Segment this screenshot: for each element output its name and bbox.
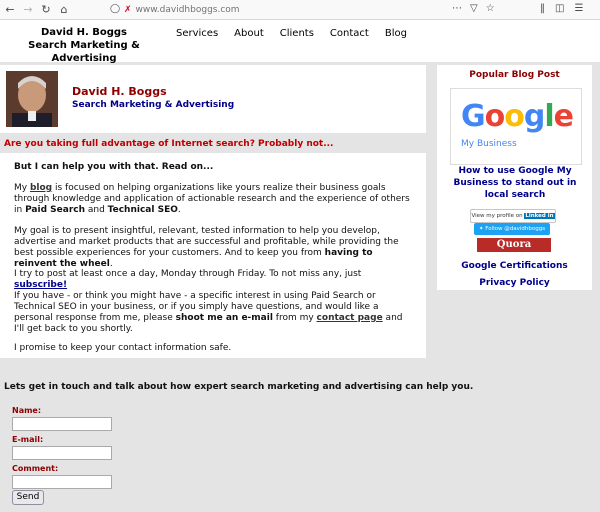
address-bar[interactable]: ◯ ✗ www.davidhboggs.com [110,1,500,18]
paragraph-goal: My goal is to present insightful, releva… [14,226,414,270]
brand-tagline[interactable]: Search Marketing & Advertising [0,39,168,65]
bold-text: Technical SEO [107,205,178,215]
comment-input[interactable] [12,475,112,489]
forward-icon[interactable]: → [20,2,36,18]
linkedin-badge[interactable]: View my profile on Linked in [470,209,556,223]
avatar [6,71,58,127]
brand-name[interactable]: David H. Boggs [0,26,168,39]
site-header: David H. Boggs Search Marketing & Advert… [0,20,600,65]
popular-post-link[interactable]: How to use Google My Business to stand o… [445,165,585,201]
name-label: Name: [12,406,42,415]
home-icon[interactable]: ⌂ [56,2,72,18]
logo-letter: g [523,99,546,134]
twitter-follow-button[interactable]: ✦ Follow @davidhboggs [474,223,550,235]
toolbar-right: ‖ ◫ ☰ [540,3,583,14]
paragraph-contact: If you have - or think you might have - … [14,291,414,335]
url-text[interactable]: www.davidhboggs.com [136,5,240,15]
paragraph-post: I try to post at least once a day, Monda… [14,269,414,291]
nav-blog[interactable]: Blog [385,28,407,39]
menu-icon[interactable]: ☰ [574,3,583,14]
logo-letter: o [484,99,506,134]
reload-icon[interactable]: ↻ [38,2,54,18]
linkedin-logo: Linked in [524,213,555,219]
twitter-icon: ✦ [478,226,484,232]
logo-letter: o [504,99,525,134]
sidebar-title: Popular Blog Post [469,70,560,80]
browser-toolbar: ← → ↻ ⌂ ◯ ✗ www.davidhboggs.com ⋯ ▽ ☆ ‖ … [0,0,600,20]
text: . [177,205,181,215]
email-input[interactable] [12,446,112,460]
google-logo: Google [461,99,574,134]
text: My [14,183,30,193]
nav-services[interactable]: Services [176,28,218,39]
twitter-follow-text: Follow @davidhboggs [485,226,546,232]
email-label: E-mail: [12,435,44,444]
page-question: Are you taking full advantage of Interne… [4,139,334,149]
nav-clients[interactable]: Clients [280,28,314,39]
name-input[interactable] [12,417,112,431]
subscribe-link[interactable]: subscribe! [14,280,67,290]
nav-contact[interactable]: Contact [330,28,369,39]
linkedin-badge-text: View my profile on [471,213,523,219]
profile-name: David H. Boggs [72,85,167,98]
shield-icon[interactable]: ◯ [110,4,120,16]
logo-letter: G [461,99,486,134]
google-my-business-image[interactable]: Google My Business [450,88,582,165]
paragraph-blog: My blog is focused on helping organizati… [14,183,414,216]
library-icon[interactable]: ‖ [540,3,545,14]
contact-heading: Lets get in touch and talk about how exp… [4,382,474,392]
text: I try to post at least once a day, Monda… [14,269,362,279]
sidebar-icon[interactable]: ◫ [555,3,564,14]
lead-text: But I can help you with that. Read on... [14,162,214,172]
google-certifications-link[interactable]: Google Certifications [437,261,592,271]
text: . [109,259,113,269]
contact-page-link[interactable]: contact page [317,313,383,323]
page-actions-icon[interactable]: ⋯ [452,3,462,14]
pocket-icon[interactable]: ▽ [470,3,478,14]
blog-link[interactable]: blog [30,183,52,193]
comment-label: Comment: [12,464,59,473]
profile-subtitle: Search Marketing & Advertising [72,100,235,110]
quora-button[interactable]: Quora [477,238,551,252]
insecure-lock-icon[interactable]: ✗ [124,5,132,15]
logo-letter: l [544,99,554,134]
bold-text: Paid Search [25,205,86,215]
brand[interactable]: David H. Boggs Search Marketing & Advert… [0,26,168,65]
bookmark-star-icon[interactable]: ☆ [486,3,495,14]
text: from my [272,313,317,323]
main-nav: Services About Clients Contact Blog [176,28,423,39]
profile-box: David H. Boggs Search Marketing & Advert… [0,65,426,133]
main-content: But I can help you with that. Read on...… [0,153,426,358]
sidebar: Popular Blog Post Google My Business How… [437,65,592,290]
send-button[interactable]: Send [12,490,44,505]
nav-about[interactable]: About [234,28,264,39]
logo-letter: e [553,99,574,134]
text: and [85,205,108,215]
google-sub-text: My Business [461,139,517,149]
url-actions: ⋯ ▽ ☆ [452,3,495,14]
bold-text: shoot me an e-mail [175,313,273,323]
paragraph-promise: I promise to keep your contact informati… [14,343,232,353]
back-icon[interactable]: ← [2,2,18,18]
privacy-policy-link[interactable]: Privacy Policy [437,278,592,288]
